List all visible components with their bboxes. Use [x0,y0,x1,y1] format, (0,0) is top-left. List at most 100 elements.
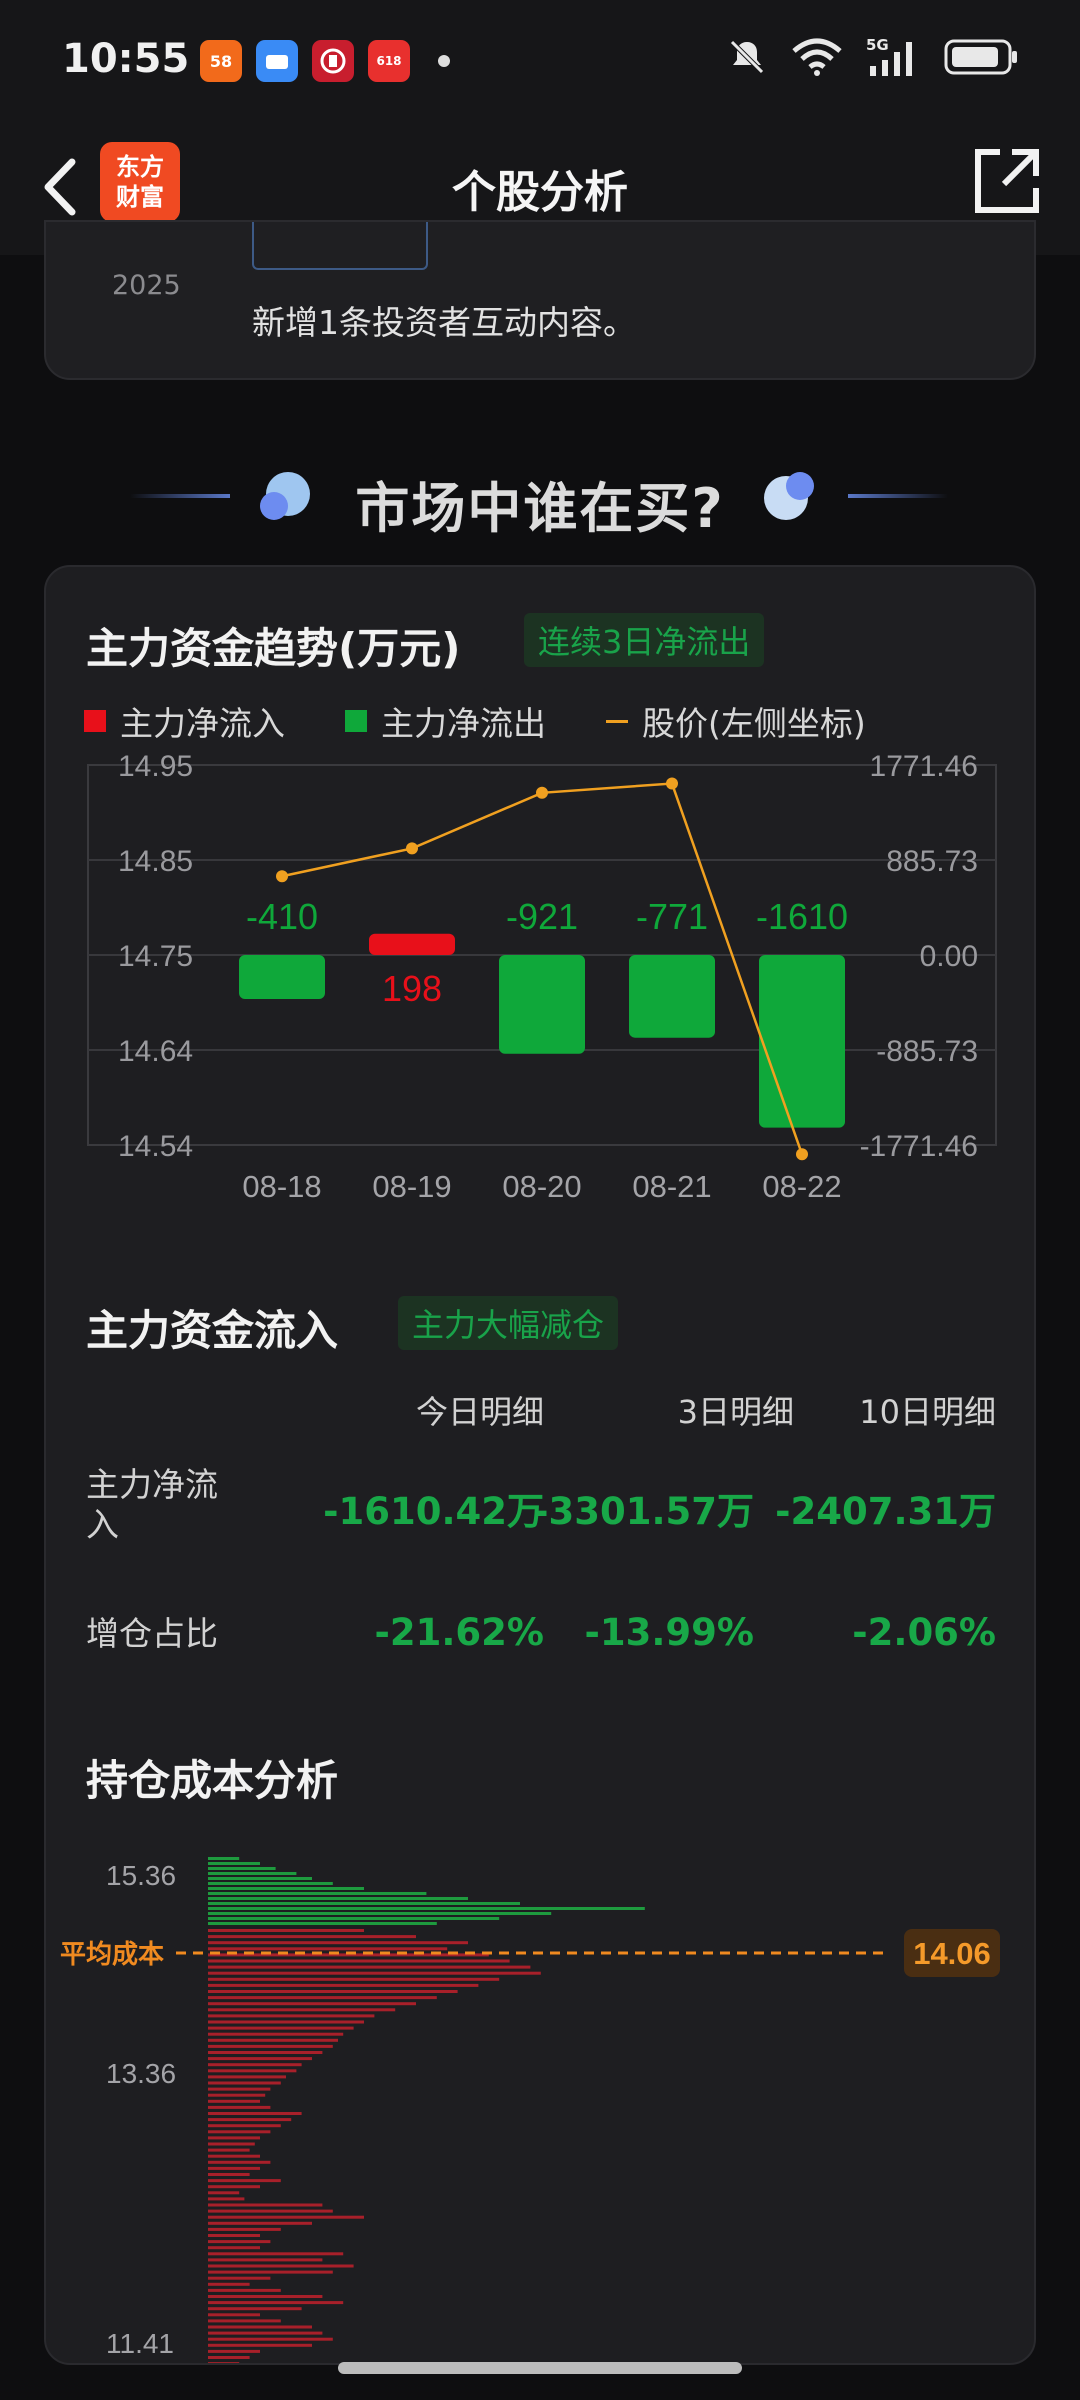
page-title: 个股分析 [452,167,628,218]
cost-bar-loss [208,1965,531,1969]
cost-bar-loss [208,2124,281,2128]
cost-bar-loss [208,1996,437,2000]
cost-bar-profit [208,1917,500,1920]
cost-bar-loss [208,2227,281,2231]
cost-title: 持仓成本分析 [86,1756,339,1805]
left-axis-tick: 14.54 [118,1130,193,1163]
bar-value-label: 198 [382,968,442,1009]
bar-value-label: -921 [506,896,578,937]
flow-header-today[interactable]: 今日明细 [416,1387,544,1433]
trend-chart: 14.95 1771.46 14.85 885.73 14.75 0.00 14.64 -88… [87,750,997,1204]
news-text: 新增1条投资者互动内容。 [252,303,636,342]
cost-bar-loss [208,2044,333,2048]
cost-bar-loss [208,2093,266,2097]
cost-bar-loss [208,2270,333,2274]
cost-bar-loss [208,2154,260,2158]
left-axis-tick: 14.64 [118,1035,193,1068]
cost-bar-loss [208,2142,255,2146]
x-axis-tick: 08-18 [242,1169,321,1204]
share-icon[interactable] [970,144,1044,218]
investor-news-card[interactable]: 2025 新增1条投资者互动内容。 [44,220,1036,380]
home-indicator[interactable] [338,2362,742,2374]
flow-header-3day[interactable]: 3日明细 [678,1387,794,1433]
cost-bar-loss [208,2002,416,2006]
cost-bar-profit [208,1862,260,1865]
legend-price: 股价(左侧坐标) [606,697,866,745]
cost-tick: 11.41 [106,2328,174,2359]
cost-bar-profit [208,1867,276,1870]
cost-bar-loss [208,2075,286,2079]
cost-bar-profit [208,1882,333,1885]
cost-bar-loss [208,1983,479,1987]
cost-tick: 13.36 [106,2058,176,2089]
cost-bar-loss [208,1941,468,1945]
cost-bar-loss [208,2203,323,2207]
cost-bar-loss [208,2209,333,2213]
bar [239,955,325,999]
flow-header-10day[interactable]: 10日明细 [859,1387,996,1433]
cost-bar-loss [208,2081,281,2085]
right-axis-tick: -885.73 [876,1035,978,1068]
trend-title: 主力资金趋势(万元) [86,624,461,673]
ratio-today: -21.62% [374,1611,544,1654]
cost-bar-loss [208,2026,354,2030]
cost-bar-loss [208,2087,271,2091]
fund-analysis-card: 主力资金趋势(万元) 连续3日净流出 主力净流入 主力净流出 股价(左侧坐标) … [44,565,1036,2365]
netflow-10day: -2407.31万 [775,1490,996,1533]
cost-bar-loss [208,2020,364,2024]
signal-5g-icon: 5G [866,36,912,76]
cost-bar-profit [208,1897,468,1900]
cost-bar-loss [208,2008,396,2012]
cost-bar-loss [208,2105,271,2109]
right-axis-tick: 0.00 [920,940,978,973]
cost-bar-profit [208,1887,364,1890]
bar [499,955,585,1054]
price-point [796,1148,808,1161]
cost-bar-loss [208,2173,250,2176]
legend-outflow-label: 主力净流出 [381,704,546,743]
price-point [276,870,288,883]
cost-bar-profit [208,1892,427,1895]
cost-bar-loss [208,2240,271,2244]
cost-bar-loss [208,1990,458,1993]
cost-bar-loss [208,2337,333,2341]
cost-bar-loss [208,2032,344,2036]
legend-outflow: 主力净流出 [345,697,546,745]
cost-bar-loss [208,2349,260,2353]
cost-bar-loss [208,2343,312,2347]
cost-bar-loss [208,2038,338,2042]
right-axis-tick: 1771.46 [870,750,978,783]
cost-bar-loss [208,2234,260,2237]
cost-bar-loss [208,2185,260,2189]
left-axis-tick: 14.95 [118,750,193,783]
bar-value-label: -1610 [756,896,848,937]
cost-bar-loss [208,2362,240,2363]
x-axis-tick: 08-20 [502,1169,581,1204]
right-axis-tick: 885.73 [886,845,978,878]
cost-bar-profit [208,1922,437,1925]
price-point [406,842,418,855]
cost-bar-loss [208,2112,302,2115]
cost-bar-loss [208,2301,344,2305]
trend-legend: 主力净流入 主力净流出 股价(左侧坐标) [84,697,926,745]
cost-bar-loss [208,2313,260,2317]
x-axis-tick: 08-21 [632,1169,711,1204]
cost-bar-loss [208,2069,297,2073]
legend-outflow-swatch [345,710,367,732]
cost-bar-profit [208,1907,645,1910]
cost-bar-loss [208,2057,312,2061]
row-label-position-ratio: 增仓占比 [86,1614,218,1653]
avg-cost-label: 平均成本 [60,1939,164,1969]
flow-title: 主力资金流入 [86,1306,339,1355]
left-axis-tick: 14.75 [118,940,193,973]
row-label-netflow: 主力净流入 [86,1465,218,1544]
cost-bar-loss [208,2148,250,2152]
bar [369,933,455,955]
price-point [666,777,678,790]
cost-bar-profit [208,1912,552,1915]
cost-bar-loss [208,2307,302,2311]
cost-bar-loss [208,2063,302,2067]
cost-bar-loss [208,1959,510,1963]
ratio-10day: -2.06% [852,1611,996,1654]
x-axis-tick: 08-22 [762,1169,841,1204]
